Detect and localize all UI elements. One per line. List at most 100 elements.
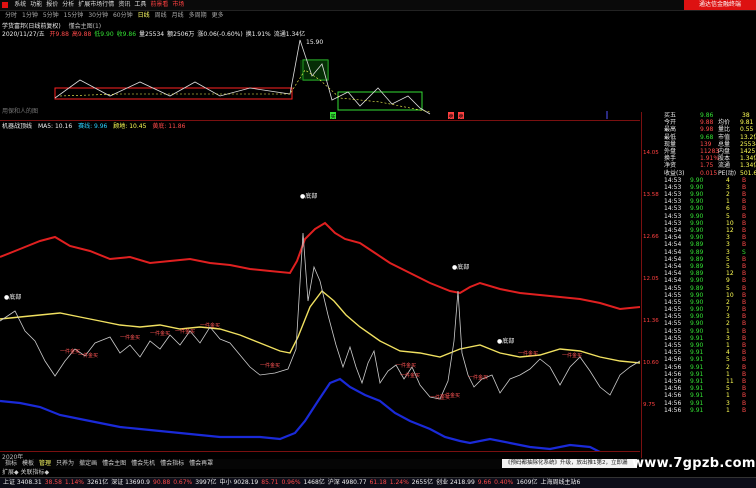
bottom-signal: ●底部: [452, 263, 469, 271]
tick-volume: 1: [726, 370, 730, 378]
menu-item[interactable]: 前景看: [150, 0, 168, 10]
range-box: [54, 87, 293, 100]
tick-price: 9.90: [690, 183, 704, 191]
tick-direction: B: [742, 392, 747, 400]
indicator-tab[interactable]: 懂会指标: [160, 459, 184, 469]
period-tab[interactable]: 更多: [212, 11, 224, 20]
notice-popup[interactable]: 《预码都抽除化系统》升级，放出推1第2，立即漏: [502, 459, 637, 468]
indicator-tab[interactable]: 只养为: [56, 459, 74, 469]
tick-volume: 5: [726, 255, 730, 263]
stat-value: 0.015: [700, 169, 718, 177]
tick-volume: 4: [726, 176, 730, 184]
period-tab[interactable]: 60分钟: [113, 11, 133, 20]
stat-value: 25534: [740, 140, 756, 148]
menu-item[interactable]: 工具: [134, 0, 146, 10]
stat-value: 501.6: [740, 169, 756, 177]
tick-price: 9.90: [690, 198, 704, 206]
tick-volume: 5: [726, 284, 730, 292]
indicator-tab[interactable]: 模板: [22, 459, 34, 469]
period-tab[interactable]: 日线: [138, 11, 150, 20]
tick-volume: 1: [726, 198, 730, 206]
menu-item[interactable]: 功能: [30, 0, 42, 10]
tick-price: 9.90: [690, 212, 704, 220]
tick-direction: B: [742, 298, 747, 306]
buy-signal: 一件金买: [60, 348, 80, 355]
indicator-tab[interactable]: 懂会主图: [102, 459, 126, 469]
legend-ma5: MA5: 10.16: [37, 123, 73, 130]
status-item: 1.14%: [64, 479, 84, 486]
side-axis-price: 12.66: [643, 234, 659, 240]
tick-time: 14:54: [664, 277, 682, 285]
period-tab[interactable]: 15分钟: [64, 11, 84, 20]
tick-time: 14:56: [664, 406, 682, 414]
stat-label: 总量: [718, 140, 731, 148]
tick-volume: 5: [726, 356, 730, 364]
tick-direction: B: [742, 320, 747, 328]
tick-price: 9.91: [690, 334, 704, 342]
status-item: 0.40%: [494, 479, 514, 486]
tick-direction: B: [742, 385, 747, 393]
menu-item[interactable]: 分析: [62, 0, 74, 10]
tick-volume: 12: [726, 227, 734, 234]
legend-series-2: 顾地: 10.45: [113, 123, 147, 130]
tick-direction: B: [742, 227, 747, 234]
tick-time: 14:55: [664, 284, 682, 292]
side-axis-price: 10.60: [643, 360, 659, 366]
tick-price: 9.91: [690, 399, 704, 407]
side-header-row: 买五 9.86 38: [642, 112, 756, 119]
tick-direction: B: [742, 334, 747, 342]
period-tab[interactable]: 分时: [5, 11, 17, 20]
tick-volume: 3: [726, 183, 730, 191]
status-item: 1468亿: [303, 479, 325, 486]
tick-time: 14:54: [664, 248, 682, 256]
buy-signal: 一件金买: [200, 322, 220, 329]
menu-item[interactable]: 市场: [172, 0, 184, 10]
indicator-tab[interactable]: 懂会再罩: [189, 459, 213, 469]
stat-value: 139: [700, 140, 712, 148]
tick-volume: 4: [726, 349, 730, 357]
period-tab[interactable]: 1分钟: [22, 11, 38, 20]
tick-price: 9.90: [690, 306, 704, 314]
blue-band-line: [0, 377, 631, 463]
tick-direction: B: [742, 198, 747, 206]
stat-value: 1.91%: [700, 155, 720, 163]
buy-signal: 一件金买: [518, 350, 538, 357]
tick-price: 9.89: [690, 262, 704, 270]
stat-value: 11283: [700, 147, 720, 155]
tick-direction: B: [742, 262, 747, 270]
indicator-tab[interactable]: 懂会先机: [131, 459, 155, 469]
period-tab[interactable]: 周线: [155, 11, 167, 20]
indicator-tab[interactable]: 管理: [39, 459, 51, 469]
menu-item[interactable]: 系统: [14, 0, 26, 10]
tick-price: 9.90: [690, 277, 704, 285]
indicator-panel[interactable]: ●底部 ●底部 ●底部 ●底部 一件金买 一件金买 一件金买 一件金买 一件金买 一件金买 一件金买…: [0, 131, 641, 463]
sub-tabs-label[interactable]: 扩展◆ 关联指标◆: [2, 469, 49, 476]
indicator-tab[interactable]: 指标: [5, 459, 17, 469]
menu-item[interactable]: 扩展市场行情: [78, 0, 114, 10]
tick-volume: 10: [726, 219, 734, 227]
period-tab[interactable]: 月线: [172, 11, 184, 20]
period-tab[interactable]: 5分钟: [43, 11, 59, 20]
main-price-panel[interactable]: 15.90 买 卖卖 用保和人的图: [0, 30, 640, 121]
app-logo-icon: [2, 2, 8, 8]
menu-item[interactable]: 报价: [46, 0, 58, 10]
tick-direction: B: [742, 234, 747, 242]
tick-volume: 12: [726, 270, 734, 278]
tick-price: 9.90: [690, 320, 704, 328]
tick-price: 9.89: [690, 241, 704, 249]
tick-volume: 2: [726, 363, 730, 371]
tick-time: 14:53: [664, 183, 682, 191]
legend-series-3: 黄底: 11.86: [152, 123, 186, 130]
tick-direction: B: [742, 370, 747, 378]
stat-label: 净资: [664, 162, 677, 170]
side-header-vol: 38: [742, 112, 750, 119]
indicator-tab[interactable]: 撤定画: [79, 459, 97, 469]
buy-signal: 一件金买: [440, 392, 460, 399]
period-tab[interactable]: 多周期: [189, 11, 207, 20]
indicator-legend: 机器战顶线 MA5: 10.16 赛线: 9.96 顾地: 10.45 黄底: …: [0, 121, 640, 130]
tick-time: 14:55: [664, 349, 682, 357]
status-item: 38.58: [44, 479, 62, 486]
menu-item[interactable]: 资讯: [118, 0, 130, 10]
period-tab[interactable]: 30分钟: [88, 11, 108, 20]
watermark: www.7gpzb.com: [632, 456, 756, 471]
